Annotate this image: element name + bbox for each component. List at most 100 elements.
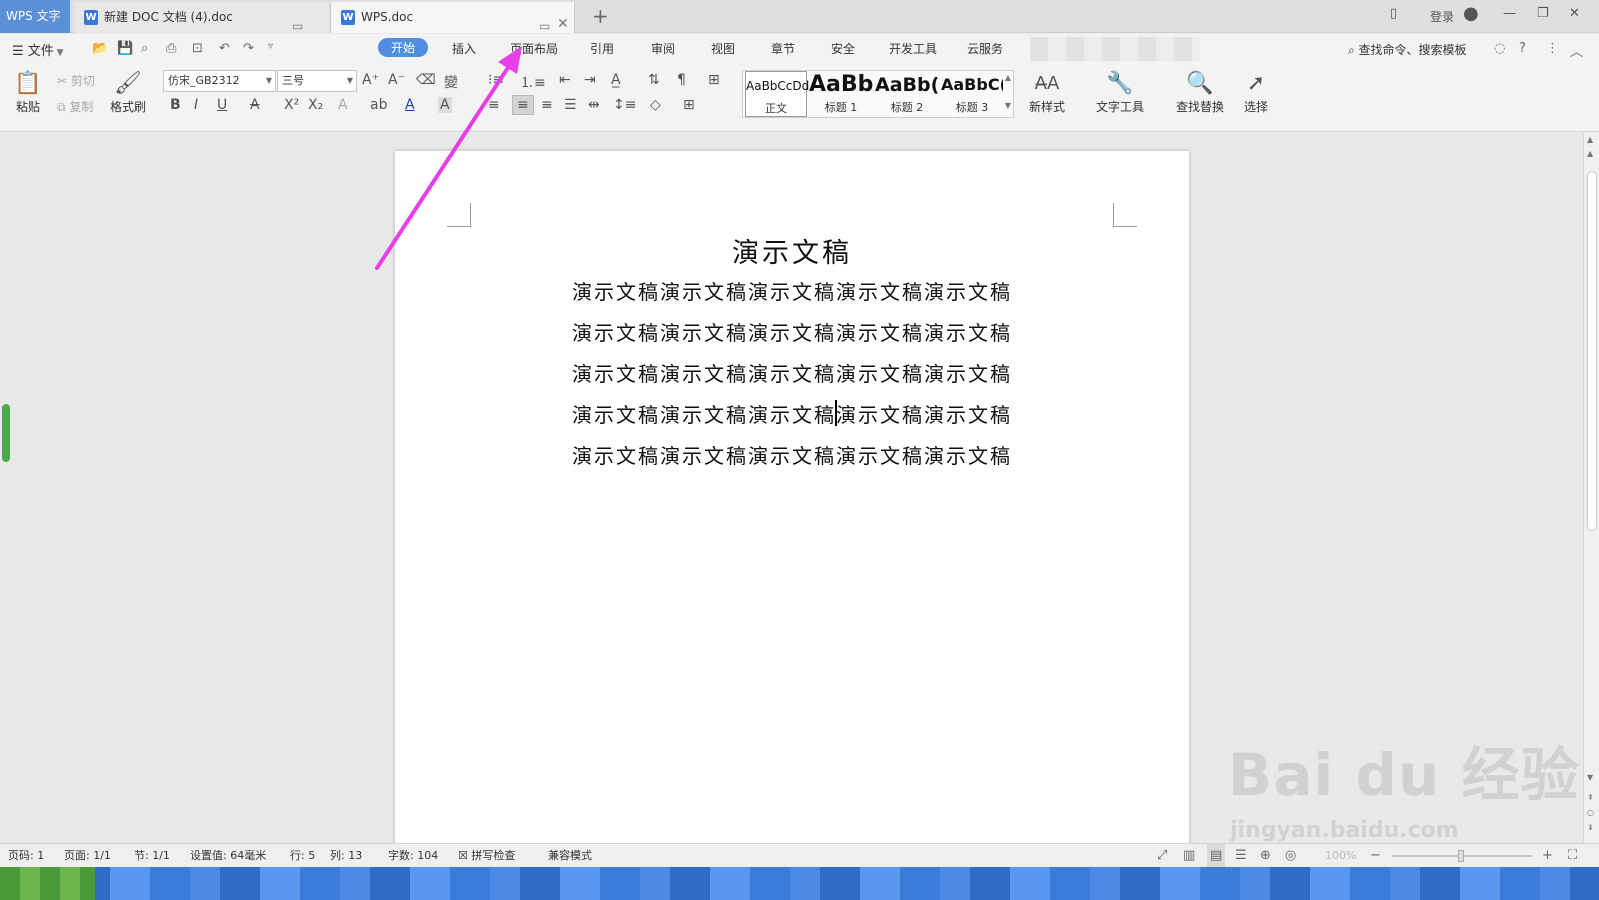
text-tools-button[interactable]: 🔧 文字工具 xyxy=(1090,70,1150,115)
next-page-icon[interactable]: ⇟ xyxy=(1587,823,1594,832)
char-shading-icon[interactable]: A xyxy=(438,97,452,113)
minimize-icon[interactable]: — xyxy=(1503,6,1516,21)
document-tab-active[interactable]: W WPS.doc ▭ ✕ xyxy=(330,2,575,33)
text-effect-icon[interactable]: A xyxy=(338,97,348,113)
page-view-icon[interactable]: ▤ xyxy=(1207,844,1226,868)
status-word-count[interactable]: 字数: 104 xyxy=(388,844,438,868)
start-button[interactable] xyxy=(0,867,95,900)
align-left-icon[interactable]: ≡ xyxy=(488,97,500,113)
expand-styles-icon[interactable]: ▼ xyxy=(1005,101,1011,110)
bullets-icon[interactable]: ⁝≡ xyxy=(488,72,504,88)
table-grid-icon[interactable]: ⊞ xyxy=(708,72,720,88)
superscript-icon[interactable]: X² xyxy=(284,97,299,113)
outline-view-icon[interactable]: ☰ xyxy=(1235,844,1247,868)
login-link[interactable]: 登录 xyxy=(1430,8,1454,25)
strikethrough-icon[interactable]: A xyxy=(250,97,260,113)
tab-chapter[interactable]: 章节 xyxy=(771,40,795,57)
document-tab[interactable]: W 新建 DOC 文档 (4).doc ▭ xyxy=(74,2,329,33)
layout-icon[interactable]: ▯ xyxy=(1390,6,1397,21)
print-preview-icon[interactable]: ⊡ xyxy=(192,41,203,56)
tab-references[interactable]: 引用 xyxy=(590,40,614,57)
side-panel-handle[interactable] xyxy=(2,404,10,462)
format-painter-button[interactable]: 🖌 格式刷 xyxy=(108,70,148,115)
border-icon[interactable]: ⊞ xyxy=(683,97,695,113)
zoom-slider-thumb[interactable] xyxy=(1458,850,1464,862)
tab-insert[interactable]: 插入 xyxy=(452,40,476,57)
scroll-down-icon[interactable]: ▼ xyxy=(1587,773,1593,782)
distribute-icon[interactable]: ⇹ xyxy=(588,97,600,113)
tab-page-layout[interactable]: 页面布局 xyxy=(510,40,558,57)
phonetic-icon[interactable]: 變 xyxy=(444,72,458,92)
find-icon[interactable]: ⌕ xyxy=(141,41,148,56)
spell-check-toggle[interactable]: ☒ 拼写检查 xyxy=(458,844,515,868)
tab-developer[interactable]: 开发工具 xyxy=(889,40,937,57)
cut-button[interactable]: ✂ 剪切 xyxy=(57,72,95,89)
scroll-up-icon[interactable]: ▲ xyxy=(1005,73,1011,82)
show-marks-icon[interactable]: ¶ xyxy=(677,72,686,88)
help-icon[interactable]: ? xyxy=(1519,41,1526,56)
vertical-scrollbar[interactable]: ▲ ▲ ▼ ⇞ ○ ⇟ xyxy=(1583,133,1599,843)
app-menu-tab[interactable]: WPS 文字 xyxy=(0,0,70,33)
shading-icon[interactable]: ◇ xyxy=(650,97,661,113)
chinese-layout-icon[interactable]: A̲ xyxy=(611,72,621,88)
search-command[interactable]: ⌕ 查找命令、搜索模板 xyxy=(1348,41,1467,58)
avatar-icon[interactable]: ● xyxy=(1463,3,1479,24)
scroll-thumb[interactable] xyxy=(1587,171,1597,531)
justify-icon[interactable]: ☰ xyxy=(564,97,577,113)
style-heading-3[interactable]: AaBbC( 标题 3 xyxy=(941,71,1003,117)
tab-start[interactable]: 开始 xyxy=(378,38,429,57)
new-style-button[interactable]: A̶A 新样式 xyxy=(1024,70,1070,115)
zoom-out-icon[interactable]: − xyxy=(1370,844,1381,868)
tab-cloud[interactable]: 云服务 xyxy=(967,40,1003,57)
font-size-select[interactable]: 三号 ▼ xyxy=(277,70,357,92)
font-color-icon[interactable]: A xyxy=(405,97,415,113)
zoom-in-icon[interactable]: + xyxy=(1542,844,1553,868)
style-normal[interactable]: AaBbCcDd 正文 xyxy=(745,71,809,117)
fullscreen-icon[interactable]: ⤢ xyxy=(1157,844,1167,868)
style-heading-2[interactable]: AaBb( 标题 2 xyxy=(875,71,939,117)
customize-icon[interactable]: ▿ xyxy=(268,41,273,52)
font-name-select[interactable]: 仿宋_GB2312 ▼ xyxy=(163,70,276,92)
zoom-level[interactable]: 100% xyxy=(1325,844,1356,868)
numbering-icon[interactable]: ⒈≡ xyxy=(520,72,546,92)
style-heading-1[interactable]: AaBb 标题 1 xyxy=(809,71,873,117)
decrease-indent-icon[interactable]: ⇤ xyxy=(559,72,571,88)
clear-format-icon[interactable]: ⌫ xyxy=(416,72,436,88)
tab-review[interactable]: 审阅 xyxy=(651,40,675,57)
open-icon[interactable]: 📂 xyxy=(92,41,108,56)
scroll-up-icon[interactable]: ▲ xyxy=(1587,135,1593,144)
more-icon[interactable]: ⋮ xyxy=(1546,41,1559,56)
grow-font-icon[interactable]: A⁺ xyxy=(362,72,379,88)
web-view-icon[interactable]: ⊕ xyxy=(1260,844,1271,868)
restore-icon[interactable]: ❐ xyxy=(1537,6,1549,21)
line-spacing-icon[interactable]: ↕≡ xyxy=(613,97,636,113)
underline-icon[interactable]: U xyxy=(217,97,227,113)
align-right-icon[interactable]: ≡ xyxy=(541,97,553,113)
window-close-icon[interactable]: ✕ xyxy=(1569,6,1580,21)
redo-icon[interactable]: ↷ xyxy=(243,41,254,56)
save-icon[interactable]: 💾 xyxy=(117,41,133,56)
comment-icon[interactable]: ◌ xyxy=(1494,41,1505,56)
tab-security[interactable]: 安全 xyxy=(831,40,855,57)
sort-icon[interactable]: ⇅ xyxy=(648,72,660,88)
shrink-font-icon[interactable]: A⁻ xyxy=(388,72,405,88)
highlight-icon[interactable]: ab xyxy=(370,97,387,113)
find-replace-button[interactable]: 🔍 查找替换 xyxy=(1170,70,1230,115)
document-page[interactable]: 演示文稿 演示文稿演示文稿演示文稿演示文稿演示文稿 演示文稿演示文稿演示文稿演示… xyxy=(395,151,1189,851)
fit-window-icon[interactable]: ⛶ xyxy=(1568,844,1577,868)
paste-button[interactable]: 📋 粘贴 xyxy=(10,70,46,115)
align-center-icon[interactable]: ≡ xyxy=(512,95,534,115)
new-tab-button[interactable]: + xyxy=(592,4,609,28)
read-view-icon[interactable]: ▥ xyxy=(1183,844,1195,868)
eye-care-icon[interactable]: ◎ xyxy=(1285,844,1296,868)
italic-icon[interactable]: I xyxy=(194,97,198,113)
subscript-icon[interactable]: X₂ xyxy=(308,97,323,113)
scroll-top-icon[interactable]: ▲ xyxy=(1587,149,1593,158)
bold-icon[interactable]: B xyxy=(170,97,181,113)
print-icon[interactable]: ⎙ xyxy=(166,41,176,56)
select-button[interactable]: ➚ 选择 xyxy=(1236,70,1276,115)
undo-icon[interactable]: ↶ xyxy=(219,41,230,56)
file-menu[interactable]: ☰ 文件 ▼ xyxy=(12,40,64,59)
collapse-ribbon-icon[interactable]: ︿ xyxy=(1570,41,1583,60)
previous-page-icon[interactable]: ⇞ xyxy=(1587,793,1594,802)
